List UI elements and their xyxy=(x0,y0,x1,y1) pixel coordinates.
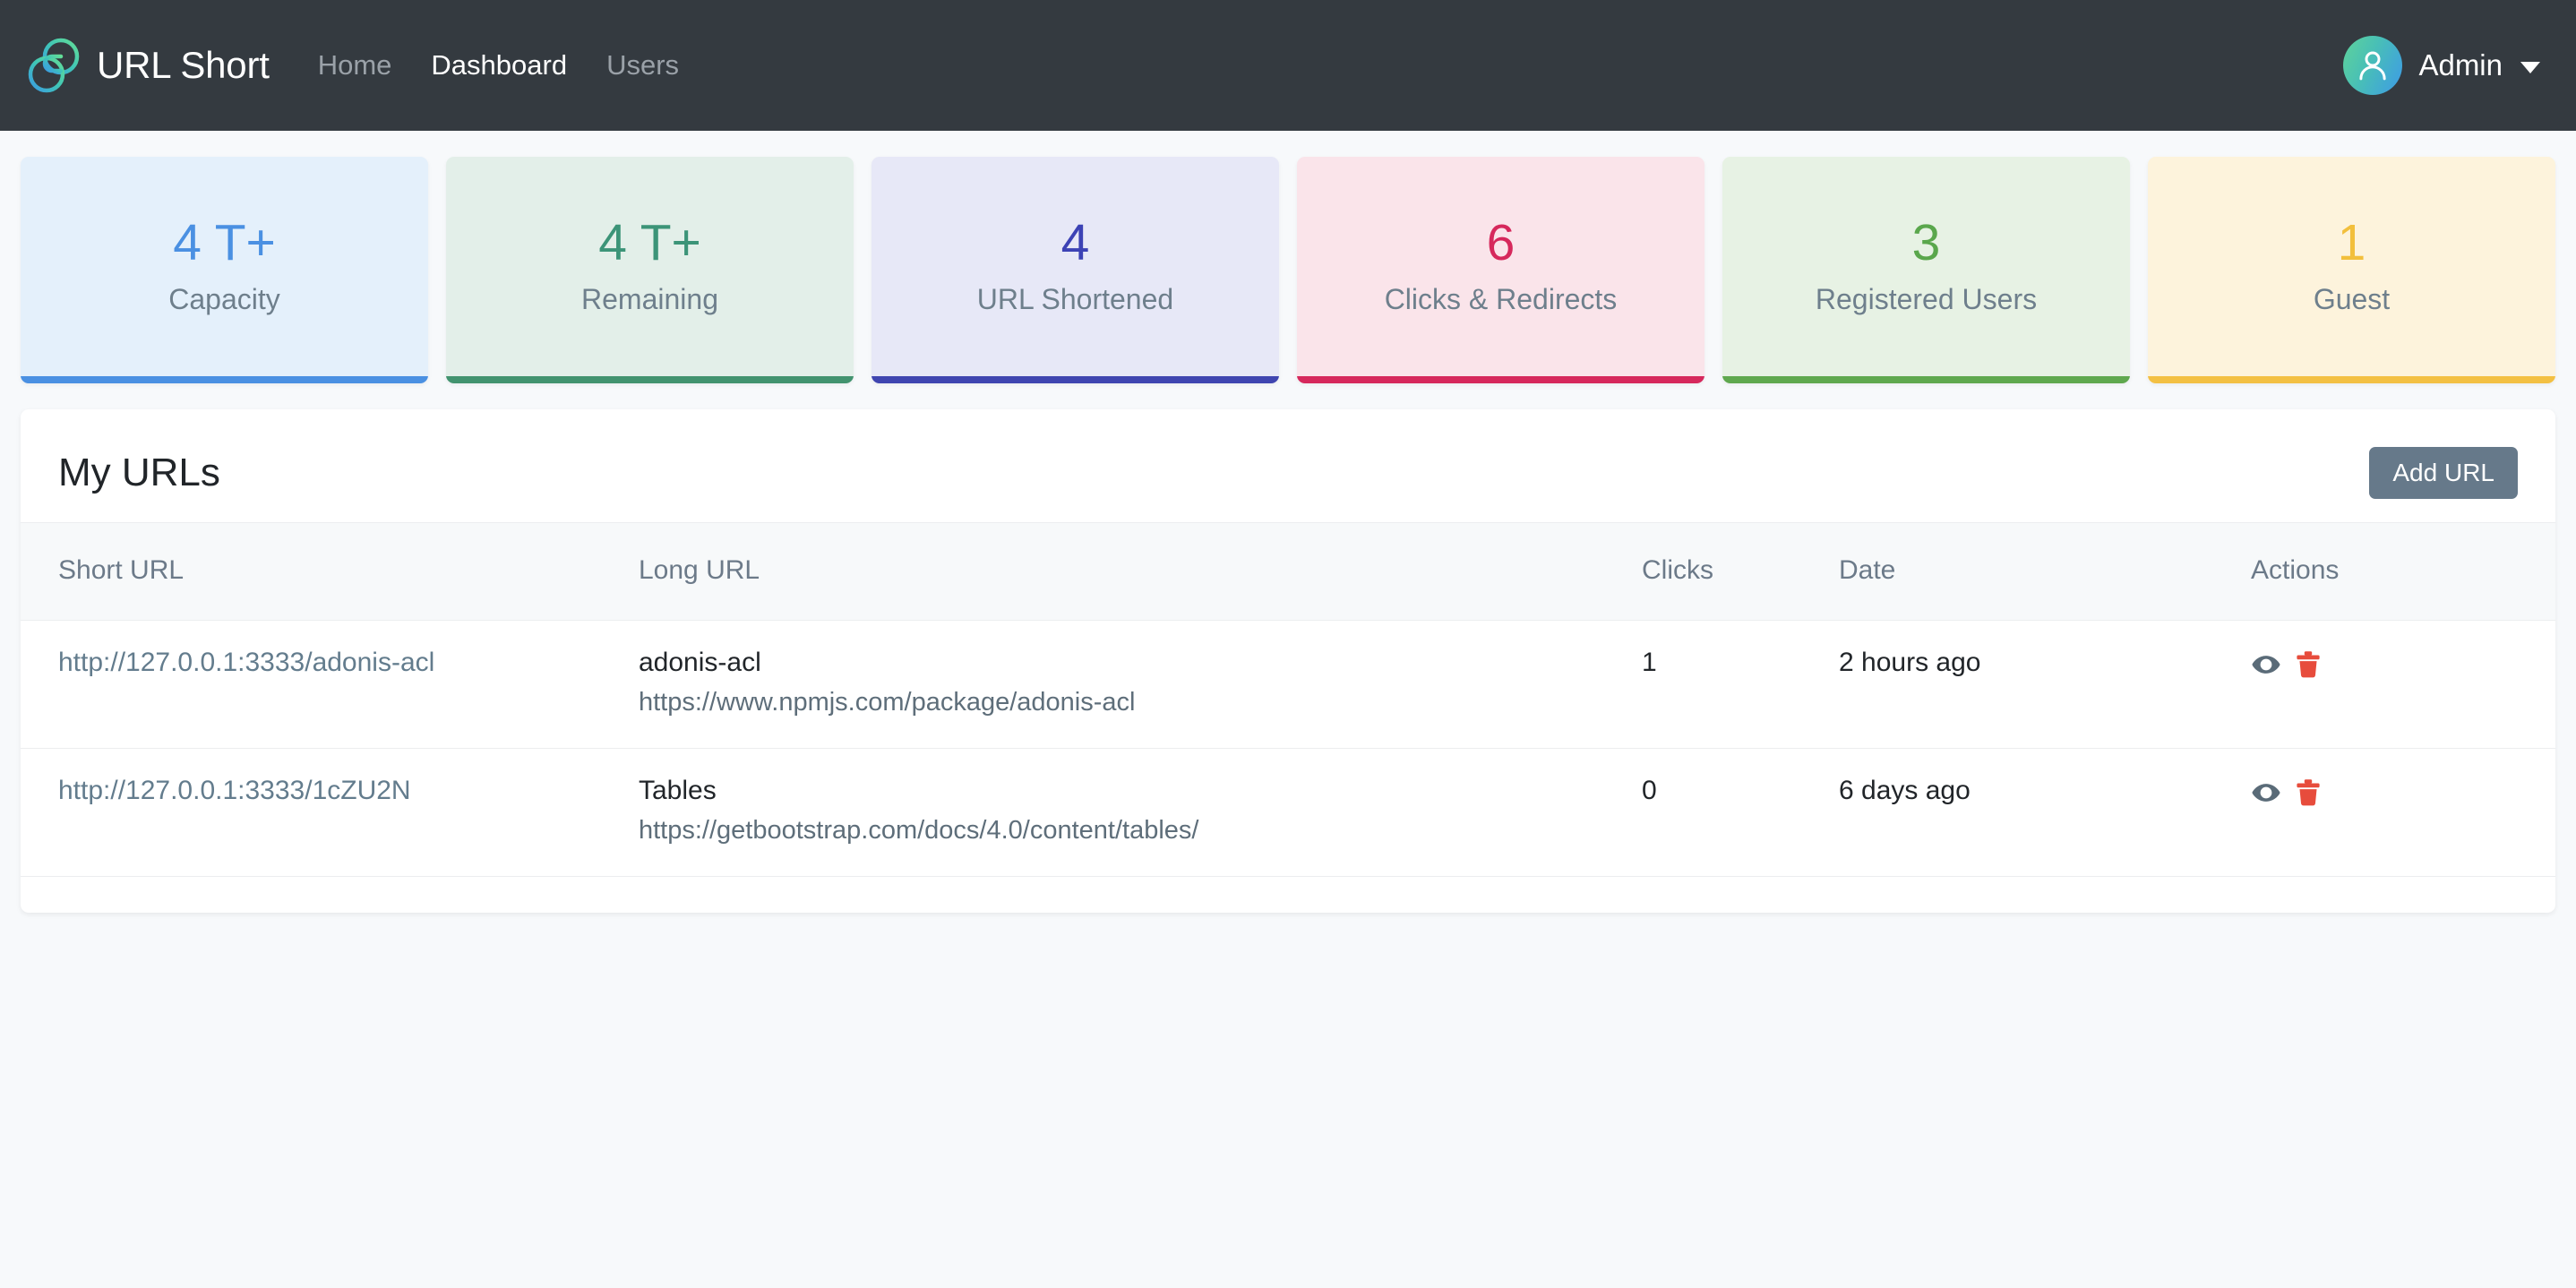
cell-actions xyxy=(2251,621,2555,749)
nav-link-users[interactable]: Users xyxy=(606,49,679,82)
column-header-long-url: Long URL xyxy=(639,523,1642,621)
short-url-link[interactable]: http://127.0.0.1:3333/adonis-acl xyxy=(58,648,434,677)
cell-actions xyxy=(2251,749,2555,877)
panel-header: My URLs Add URL xyxy=(21,436,2555,522)
long-url-address: https://getbootstrap.com/docs/4.0/conten… xyxy=(639,816,1642,846)
view-icon[interactable] xyxy=(2251,777,2281,808)
brand-name: URL Short xyxy=(97,44,270,87)
view-icon[interactable] xyxy=(2251,649,2281,680)
column-header-actions: Actions xyxy=(2251,523,2555,621)
column-header-clicks: Clicks xyxy=(1642,523,1839,621)
url-short-logo-icon xyxy=(27,38,81,93)
stat-card-guest[interactable]: 1 Guest xyxy=(2148,157,2555,383)
stat-accent-bar xyxy=(1297,376,1704,383)
short-url-link[interactable]: http://127.0.0.1:3333/1cZU2N xyxy=(58,776,411,805)
cell-date: 6 days ago xyxy=(1839,749,2251,877)
delete-icon[interactable] xyxy=(2296,778,2321,807)
stat-value: 4 T+ xyxy=(598,217,701,270)
stat-accent-bar xyxy=(872,376,1279,383)
table-body: http://127.0.0.1:3333/adonis-acl adonis-… xyxy=(21,621,2555,877)
stat-card-remaining[interactable]: 4 T+ Remaining xyxy=(446,157,854,383)
add-url-button[interactable]: Add URL xyxy=(2369,447,2518,499)
table-row: http://127.0.0.1:3333/adonis-acl adonis-… xyxy=(21,621,2555,749)
urls-table: Short URL Long URL Clicks Date Actions h… xyxy=(21,522,2555,877)
cell-clicks: 1 xyxy=(1642,621,1839,749)
nav-links: Home Dashboard Users xyxy=(318,49,679,82)
stat-label: Remaining xyxy=(581,283,718,316)
cell-date: 2 hours ago xyxy=(1839,621,2251,749)
table-header-row: Short URL Long URL Clicks Date Actions xyxy=(21,523,2555,621)
avatar xyxy=(2343,36,2402,95)
cell-long-url: Tables https://getbootstrap.com/docs/4.0… xyxy=(639,749,1642,877)
stat-value: 4 T+ xyxy=(173,217,276,270)
long-url-address: https://www.npmjs.com/package/adonis-acl xyxy=(639,688,1642,717)
stat-accent-bar xyxy=(446,376,854,383)
stat-label: Capacity xyxy=(168,283,280,316)
my-urls-panel: My URLs Add URL Short URL Long URL Click… xyxy=(21,409,2555,913)
row-actions xyxy=(2251,776,2555,808)
stat-card-registered-users[interactable]: 3 Registered Users xyxy=(1722,157,2130,383)
user-name: Admin xyxy=(2418,48,2503,82)
stat-value: 4 xyxy=(1061,217,1090,270)
stat-accent-bar xyxy=(1722,376,2130,383)
delete-icon[interactable] xyxy=(2296,650,2321,679)
page-title: My URLs xyxy=(58,451,220,495)
table-row: http://127.0.0.1:3333/1cZU2N Tables http… xyxy=(21,749,2555,877)
row-actions xyxy=(2251,648,2555,680)
table-header: Short URL Long URL Clicks Date Actions xyxy=(21,523,2555,621)
stats-row: 4 T+ Capacity 4 T+ Remaining 4 URL Short… xyxy=(0,131,2576,383)
chevron-down-icon xyxy=(2520,62,2540,73)
stat-label: URL Shortened xyxy=(977,283,1173,316)
cell-clicks: 0 xyxy=(1642,749,1839,877)
long-url-title: Tables xyxy=(639,776,1642,806)
stat-value: 3 xyxy=(1912,217,1941,270)
nav-link-dashboard[interactable]: Dashboard xyxy=(431,49,567,82)
stat-card-url-shortened[interactable]: 4 URL Shortened xyxy=(872,157,1279,383)
stat-label: Guest xyxy=(2314,283,2390,316)
stat-value: 6 xyxy=(1487,217,1516,270)
nav-link-home[interactable]: Home xyxy=(318,49,392,82)
stat-card-clicks-redirects[interactable]: 6 Clicks & Redirects xyxy=(1297,157,1704,383)
cell-short-url: http://127.0.0.1:3333/adonis-acl xyxy=(21,621,639,749)
stat-value: 1 xyxy=(2338,217,2366,270)
long-url-title: adonis-acl xyxy=(639,648,1642,678)
brand[interactable]: URL Short xyxy=(27,38,270,93)
column-header-date: Date xyxy=(1839,523,2251,621)
stat-accent-bar xyxy=(21,376,428,383)
cell-long-url: adonis-acl https://www.npmjs.com/package… xyxy=(639,621,1642,749)
stat-label: Clicks & Redirects xyxy=(1385,283,1618,316)
stat-accent-bar xyxy=(2148,376,2555,383)
cell-short-url: http://127.0.0.1:3333/1cZU2N xyxy=(21,749,639,877)
stat-card-capacity[interactable]: 4 T+ Capacity xyxy=(21,157,428,383)
column-header-short-url: Short URL xyxy=(21,523,639,621)
top-navbar: URL Short Home Dashboard Users Admin xyxy=(0,0,2576,131)
stat-label: Registered Users xyxy=(1816,283,2037,316)
user-menu[interactable]: Admin xyxy=(2343,36,2540,95)
